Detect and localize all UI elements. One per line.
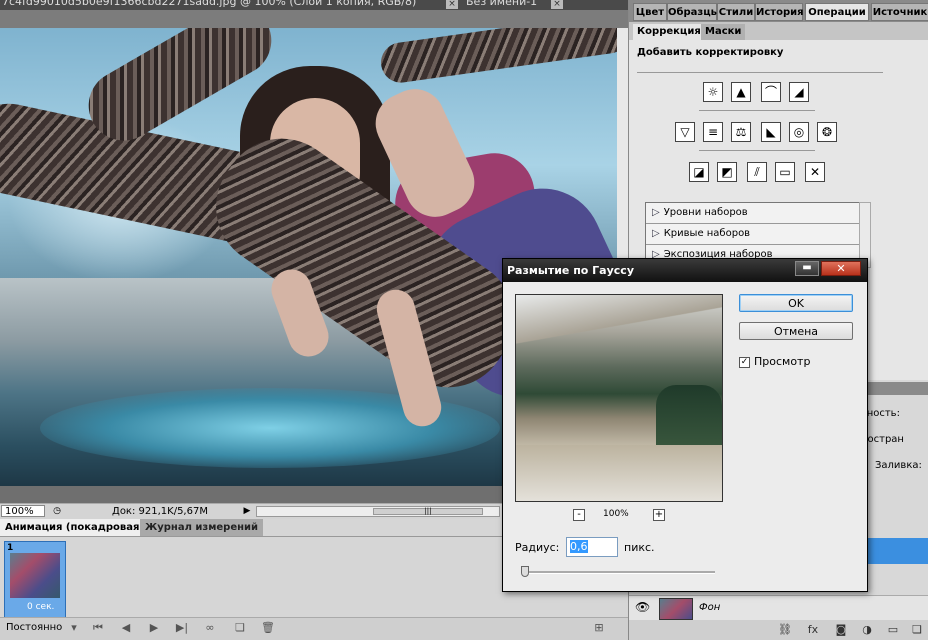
hue-saturation-icon[interactable]: ≡ bbox=[703, 122, 723, 142]
document-tab-bar: 7c4fd99010d5b0e9f1366cbd2271sadd.jpg @ 1… bbox=[0, 0, 628, 10]
radius-input[interactable]: 0,6 bbox=[566, 537, 618, 557]
document-size-info: Док: 921,1K/5,67M bbox=[112, 506, 208, 517]
preview-checkbox[interactable]: ✓ bbox=[739, 357, 750, 368]
document-tab-active[interactable]: 7c4fd99010d5b0e9f1366cbd2271sadd.jpg @ 1… bbox=[2, 0, 432, 10]
preset-label: Уровни наборов bbox=[663, 207, 748, 218]
frame-number: 1 bbox=[7, 543, 14, 553]
canvas-tree-branch bbox=[378, 28, 617, 86]
convert-timeline-icon[interactable]: ⊞ bbox=[588, 621, 610, 635]
new-adjustment-layer-icon[interactable]: ◑ bbox=[859, 622, 875, 638]
canvas-horizontal-scrollbar[interactable]: ||| bbox=[256, 506, 500, 517]
close-icon[interactable]: ✕ bbox=[821, 261, 861, 276]
first-frame-icon[interactable]: ⏮ bbox=[90, 621, 106, 635]
tab-styles[interactable]: Стили bbox=[717, 3, 755, 21]
tab-masks[interactable]: Маски bbox=[701, 24, 746, 40]
layer-thumbnail bbox=[659, 598, 693, 620]
tab-color[interactable]: Цвет bbox=[633, 3, 667, 21]
vibrance-icon[interactable]: ▽ bbox=[675, 122, 695, 142]
layer-row-background[interactable]: 👁 Фон bbox=[629, 595, 928, 621]
gradient-map-icon[interactable]: ▭ bbox=[775, 162, 795, 182]
radius-value: 0,6 bbox=[570, 540, 588, 553]
cancel-button[interactable]: Отмена bbox=[739, 322, 853, 340]
document-tab-untitled[interactable]: Без имени-1 bbox=[466, 0, 546, 10]
animation-toolbar: Постоянно ▾ ⏮ ◀ ▶ ▶| ∞ ❏ 🗑 ⊞ bbox=[0, 617, 628, 640]
zoom-preview-icon[interactable]: ◷ bbox=[50, 505, 64, 517]
tab-history[interactable]: История bbox=[755, 3, 804, 21]
document-tab-strip bbox=[0, 10, 628, 28]
gaussian-blur-dialog: Размытие по Гауссу ▬ ✕ - 100% + OK Отмен… bbox=[502, 258, 868, 592]
close-tab-icon[interactable]: × bbox=[551, 0, 563, 9]
divider bbox=[699, 150, 815, 151]
tab-actions[interactable]: Операции bbox=[805, 3, 869, 21]
layer-name[interactable]: Фон bbox=[699, 602, 720, 613]
status-menu-arrow-icon[interactable]: ▶ bbox=[240, 505, 254, 517]
channel-mixer-icon[interactable]: ❂ bbox=[817, 122, 837, 142]
threshold-icon[interactable]: ⫽ bbox=[747, 162, 767, 182]
tab-animation[interactable]: Анимация (покадровая) bbox=[0, 519, 149, 536]
radius-slider-track[interactable] bbox=[521, 571, 715, 574]
photo-filter-icon[interactable]: ◎ bbox=[789, 122, 809, 142]
preview-label: Просмотр bbox=[754, 355, 811, 368]
radius-label: Радиус: bbox=[515, 541, 560, 554]
divider bbox=[699, 110, 815, 111]
next-frame-icon[interactable]: ▶| bbox=[174, 621, 190, 635]
zoom-in-button[interactable]: + bbox=[653, 509, 665, 521]
delete-frame-icon[interactable]: 🗑 bbox=[260, 621, 276, 635]
black-white-icon[interactable]: ◣ bbox=[761, 122, 781, 142]
animation-frame[interactable]: 1 0 сек. bbox=[4, 541, 66, 619]
blur-preview-image[interactable] bbox=[515, 294, 723, 502]
levels-icon[interactable]: ▲ bbox=[731, 82, 751, 102]
adjustments-tab-bar: Коррекция Маски bbox=[629, 22, 928, 40]
new-group-icon[interactable]: ▭ bbox=[885, 622, 901, 638]
tab-swatches[interactable]: Образцы bbox=[667, 3, 720, 21]
panel-tab-bar: Цвет Образцы Стили История Операции Исто… bbox=[629, 0, 928, 36]
fill-label: Заливка: bbox=[875, 460, 922, 471]
link-layers-icon[interactable]: ⛓ bbox=[777, 622, 793, 638]
selective-color-icon[interactable]: ✕ bbox=[805, 162, 825, 182]
previous-frame-icon[interactable]: ◀ bbox=[118, 621, 134, 635]
radius-slider-thumb[interactable] bbox=[521, 566, 529, 577]
preview-zoom-level: 100% bbox=[603, 509, 629, 519]
duplicate-frame-icon[interactable]: ❏ bbox=[232, 621, 248, 635]
expand-arrow-icon[interactable]: ▷ bbox=[652, 228, 660, 239]
brightness-icon[interactable]: ☼ bbox=[703, 82, 723, 102]
divider bbox=[637, 72, 883, 73]
preview-mountains bbox=[516, 295, 722, 355]
adjustments-title: Добавить корректировку bbox=[637, 47, 784, 58]
preset-label: Кривые наборов bbox=[663, 228, 751, 239]
tab-measurement-log[interactable]: Журнал измерений bbox=[140, 519, 264, 536]
layer-style-icon[interactable]: fx bbox=[805, 622, 821, 638]
close-tab-icon[interactable]: × bbox=[446, 0, 458, 9]
layers-toolbar: ⛓ fx ◙ ◑ ▭ ❏ bbox=[629, 620, 928, 640]
color-balance-icon[interactable]: ⚖ bbox=[731, 122, 751, 142]
exposure-icon[interactable]: ◢ bbox=[789, 82, 809, 102]
minimize-icon[interactable]: ▬ bbox=[795, 261, 819, 276]
scrollbar-thumb[interactable]: ||| bbox=[373, 508, 483, 515]
tab-adjustments[interactable]: Коррекция bbox=[633, 24, 705, 40]
eye-icon[interactable]: 👁 bbox=[635, 600, 650, 614]
selected-layer-row[interactable] bbox=[862, 538, 928, 564]
tab-clone-source[interactable]: Источник кл bbox=[871, 3, 928, 36]
preview-field bbox=[516, 445, 722, 501]
new-layer-icon[interactable]: ❏ bbox=[909, 622, 925, 638]
expand-arrow-icon[interactable]: ▷ bbox=[652, 207, 660, 218]
invert-icon[interactable]: ◪ bbox=[689, 162, 709, 182]
frame-thumbnail bbox=[10, 553, 60, 598]
layer-mask-icon[interactable]: ◙ bbox=[833, 622, 849, 638]
radius-unit: пикс. bbox=[624, 541, 655, 554]
loop-dropdown-icon[interactable]: ▾ bbox=[66, 621, 82, 635]
loop-select[interactable]: Постоянно bbox=[6, 622, 62, 633]
play-icon[interactable]: ▶ bbox=[146, 621, 162, 635]
zoom-field[interactable]: 100% bbox=[1, 505, 45, 517]
posterize-icon[interactable]: ◩ bbox=[717, 162, 737, 182]
tween-icon[interactable]: ∞ bbox=[202, 621, 218, 635]
preset-item-levels[interactable]: ▷ Уровни наборов bbox=[646, 203, 860, 224]
curves-icon[interactable]: ⌒ bbox=[761, 82, 781, 102]
zoom-out-button[interactable]: - bbox=[573, 509, 585, 521]
preset-item-curves[interactable]: ▷ Кривые наборов bbox=[646, 224, 860, 245]
frame-delay[interactable]: 0 сек. bbox=[27, 602, 54, 612]
ok-button[interactable]: OK bbox=[739, 294, 853, 312]
